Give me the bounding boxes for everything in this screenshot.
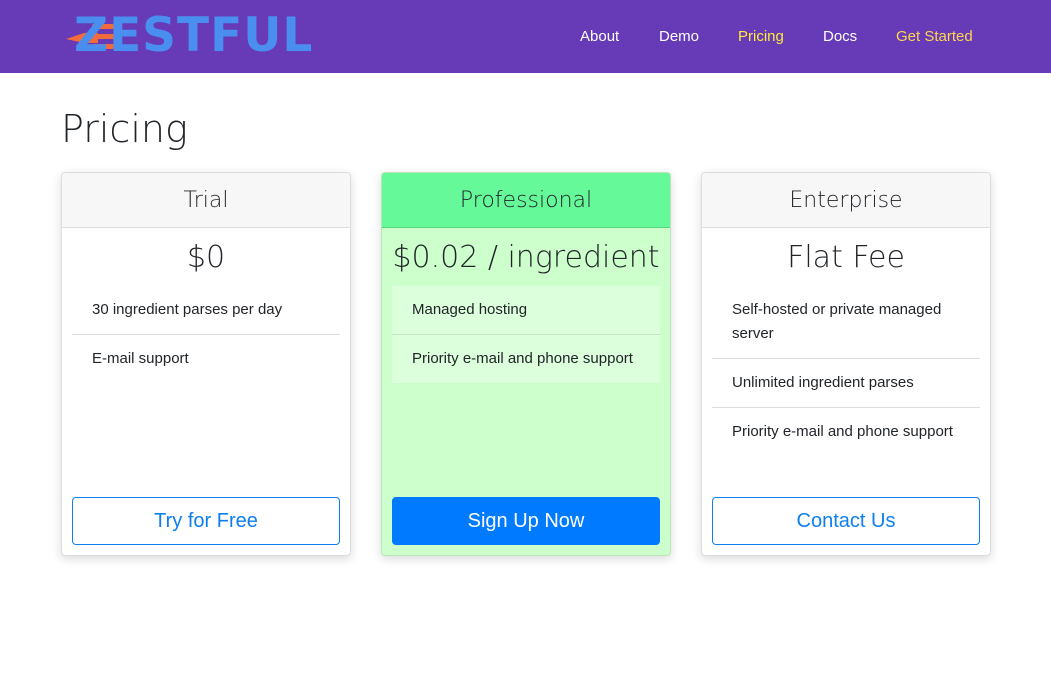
feature-item: Priority e-mail and phone support [412, 350, 633, 367]
plan-card-trial: Trial $0 30 ingredient parses per day E-… [61, 172, 351, 556]
plan-name: Professional [382, 173, 670, 228]
sign-up-now-button[interactable]: Sign Up Now [392, 497, 660, 545]
plan-name: Trial [62, 173, 350, 228]
contact-us-button[interactable]: Contact Us [712, 497, 980, 545]
feature-list: Managed hosting Priority e-mail and phon… [392, 286, 660, 383]
plan-name: Enterprise [702, 173, 990, 228]
plan-price: $0 [186, 240, 226, 275]
nav-docs-link[interactable]: Docs [823, 26, 857, 48]
plan-price: Flat Fee [787, 240, 905, 275]
feature-item: Managed hosting [392, 286, 660, 335]
feature-list: 30 ingredient parses per day E-mail supp… [72, 286, 340, 383]
feature-item: Priority e-mail and phone support [732, 423, 953, 440]
feature-item: Self-hosted or private managed server [712, 286, 980, 359]
nav-get-started-link[interactable]: Get Started [896, 26, 973, 48]
feature-list: Self-hosted or private managed server Un… [712, 286, 980, 456]
try-for-free-button[interactable]: Try for Free [72, 497, 340, 545]
nav-links: About Demo Pricing Docs Get Started [0, 26, 1051, 48]
feature-item: Unlimited ingredient parses [712, 359, 980, 408]
plan-price: $0.02 / ingredient [392, 240, 660, 275]
navbar: ZESTFUL About Demo Pricing Docs Get Star… [0, 0, 1051, 73]
plan-card-professional: Professional $0.02 / ingredient Managed … [381, 172, 671, 556]
nav-pricing-link[interactable]: Pricing [738, 26, 784, 48]
nav-demo-link[interactable]: Demo [659, 26, 699, 48]
nav-about-link[interactable]: About [580, 26, 619, 48]
feature-item: 30 ingredient parses per day [72, 286, 340, 335]
plan-card-enterprise: Enterprise Flat Fee Self-hosted or priva… [701, 172, 991, 556]
page-title: Pricing [61, 107, 188, 151]
feature-item: E-mail support [92, 350, 189, 367]
